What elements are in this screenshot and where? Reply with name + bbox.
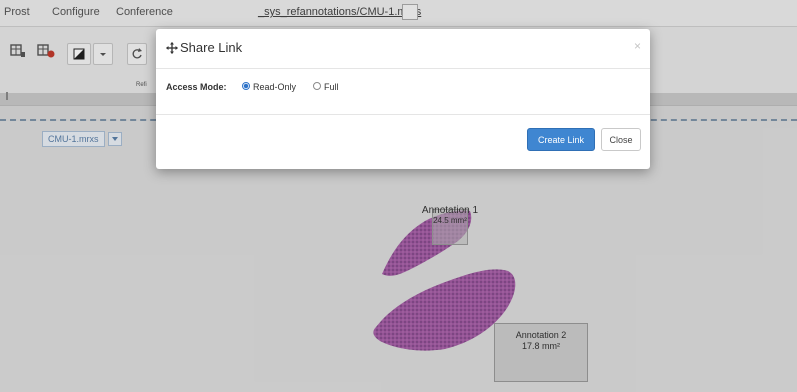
read-only-label[interactable]: Read-Only bbox=[253, 82, 296, 92]
full-label[interactable]: Full bbox=[324, 82, 339, 92]
create-link-button[interactable]: Create Link bbox=[527, 128, 595, 151]
move-icon bbox=[166, 42, 178, 54]
modal-title: Share Link bbox=[180, 40, 243, 55]
share-link-modal: Share Link × Access Mode: Read-Only Full… bbox=[156, 29, 650, 169]
modal-header: Share Link × bbox=[156, 29, 650, 69]
access-mode-label: Access Mode: bbox=[166, 82, 227, 92]
close-icon[interactable]: × bbox=[634, 39, 641, 53]
full-radio[interactable] bbox=[313, 82, 321, 90]
close-button[interactable]: Close bbox=[601, 128, 641, 151]
modal-body: Access Mode: Read-Only Full bbox=[156, 69, 650, 115]
read-only-radio[interactable] bbox=[242, 82, 250, 90]
